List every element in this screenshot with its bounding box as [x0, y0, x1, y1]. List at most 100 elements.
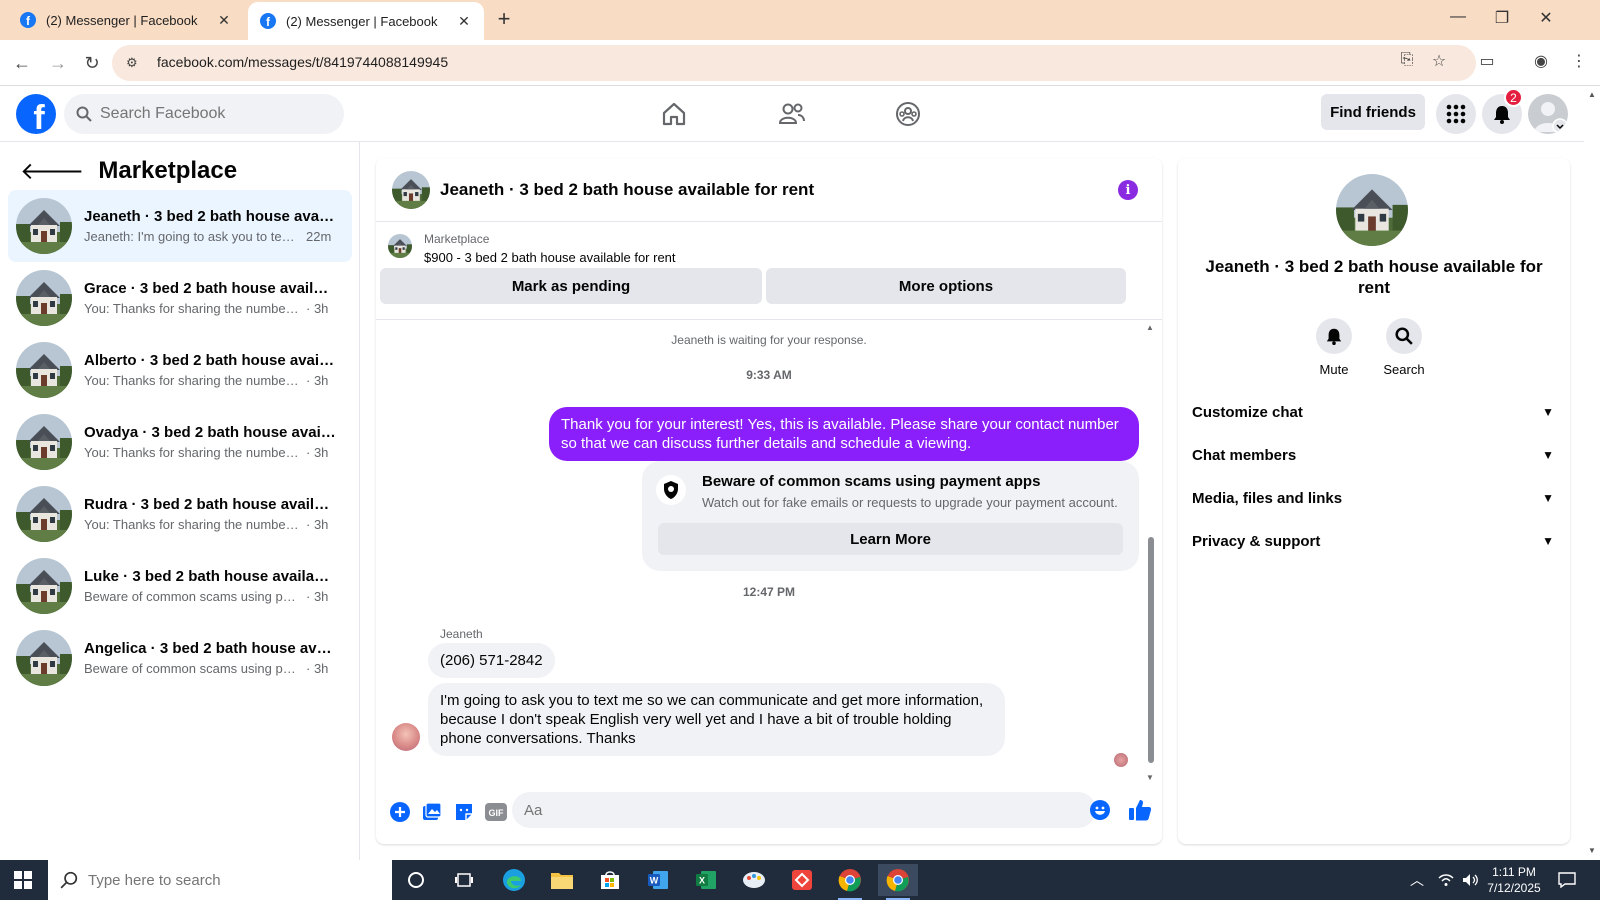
taskbar-clock[interactable]: 1:11 PM 7/12/2025	[1482, 864, 1546, 896]
mark-as-pending-button[interactable]: Mark as pending	[380, 268, 762, 304]
browser-tab-active[interactable]: f (2) Messenger | Facebook ✕	[248, 2, 484, 40]
listing-small-thumbnail[interactable]	[388, 234, 412, 258]
store-icon[interactable]	[590, 864, 630, 896]
conversation-item[interactable]: Angelica · 3 bed 2 bath house available …	[8, 622, 352, 694]
back-icon[interactable]: ←	[10, 51, 34, 75]
media-files-links-section[interactable]: Media, files and links ▼	[1192, 478, 1556, 518]
facebook-search[interactable]	[64, 94, 344, 134]
conversation-text: Rudra · 3 bed 2 bath house available for…	[84, 496, 336, 532]
emoji-icon[interactable]	[1090, 800, 1110, 820]
notification-center-icon[interactable]	[1558, 860, 1576, 900]
bookmark-star-icon[interactable]: ☆	[1428, 51, 1450, 73]
photo-icon[interactable]	[421, 801, 443, 823]
sticker-icon[interactable]	[453, 801, 475, 823]
listing-thumbnail[interactable]	[392, 170, 430, 209]
message-input[interactable]	[512, 792, 1096, 828]
browser-tab[interactable]: f (2) Messenger | Facebook ✕	[8, 0, 244, 40]
anydesk-icon[interactable]	[782, 864, 822, 896]
conversation-snippet: You: Thanks for sharing the number. I ..…	[84, 517, 300, 532]
menu-grid-icon[interactable]	[1436, 94, 1476, 134]
scroll-up-arrow-icon[interactable]: ▲	[1146, 323, 1154, 332]
account-avatar[interactable]	[1528, 94, 1568, 134]
windows-start-icon[interactable]	[14, 871, 32, 889]
incoming-message[interactable]: (206) 571-2842	[428, 643, 555, 678]
conversation-title: Alberto · 3 bed 2 bath house available f…	[84, 352, 336, 369]
plus-circle-icon[interactable]	[389, 801, 411, 823]
tab-close-icon[interactable]: ✕	[216, 12, 232, 29]
file-explorer-icon[interactable]	[542, 864, 582, 896]
omnibox[interactable]: ⚙ facebook.com/messages/t/84197440881499…	[112, 45, 1476, 81]
url-text: facebook.com/messages/t/8419744088149945	[157, 54, 449, 70]
tab-title: (2) Messenger | Facebook	[286, 13, 438, 29]
cast-icon[interactable]: ▭	[1476, 51, 1498, 73]
chrome-profile-icon[interactable]	[878, 864, 918, 900]
install-app-icon[interactable]: ⎘	[1396, 51, 1418, 73]
network-icon[interactable]	[1438, 860, 1454, 900]
listing-avatar[interactable]	[1336, 174, 1408, 246]
groups-icon[interactable]	[892, 98, 924, 130]
conversation-list: Jeaneth · 3 bed 2 bath house available f…	[8, 190, 352, 694]
conversation-sidebar: 🡐 Marketplace Jeaneth · 3 bed 2 bath hou…	[0, 142, 360, 860]
forward-icon[interactable]: →	[46, 51, 70, 75]
info-icon[interactable]: i	[1118, 180, 1138, 200]
chat-title[interactable]: Jeaneth · 3 bed 2 bath house available f…	[440, 180, 814, 200]
taskbar-search-input[interactable]	[88, 871, 368, 889]
notifications-button[interactable]: 2	[1482, 88, 1523, 134]
volume-icon[interactable]	[1462, 860, 1480, 900]
page-scroll-up-arrow[interactable]: ▲	[1588, 90, 1596, 99]
minimize-icon[interactable]: —	[1446, 8, 1470, 26]
conversation-item[interactable]: Jeaneth · 3 bed 2 bath house available f…	[8, 190, 352, 262]
restore-icon[interactable]: ❐	[1490, 8, 1514, 28]
page-scroll-down-arrow[interactable]: ▼	[1588, 846, 1596, 855]
close-window-icon[interactable]: ✕	[1534, 8, 1558, 28]
customize-chat-section[interactable]: Customize chat ▼	[1192, 392, 1556, 432]
home-icon[interactable]	[658, 98, 690, 130]
tab-close-icon[interactable]: ✕	[456, 13, 472, 30]
timestamp: 9:33 AM	[746, 368, 792, 382]
conversation-item[interactable]: Luke · 3 bed 2 bath house available for …	[8, 550, 352, 622]
conversation-snippet: Beware of common scams using payment app…	[84, 661, 300, 676]
excel-icon[interactable]: X	[686, 864, 726, 896]
conversation-avatar	[16, 558, 72, 614]
privacy-support-section[interactable]: Privacy & support ▼	[1192, 521, 1556, 561]
task-view-icon[interactable]	[444, 864, 484, 896]
friends-icon[interactable]	[776, 98, 808, 130]
profile-icon[interactable]: ◉	[1530, 51, 1552, 73]
taskbar-search[interactable]	[48, 860, 392, 900]
chat-members-section[interactable]: Chat members ▼	[1192, 435, 1556, 475]
new-tab-icon[interactable]: +	[492, 8, 516, 32]
menu-kebab-icon[interactable]: ⋮	[1568, 51, 1590, 73]
word-icon[interactable]: W	[638, 864, 678, 896]
reload-icon[interactable]: ↻	[80, 51, 104, 75]
conversation-item[interactable]: Rudra · 3 bed 2 bath house available for…	[8, 478, 352, 550]
mute-button[interactable]: Mute	[1304, 318, 1364, 377]
message-thread: Jeaneth is waiting for your response. 9:…	[376, 321, 1162, 782]
cortana-icon[interactable]	[396, 864, 436, 896]
find-friends-button[interactable]: Find friends	[1321, 94, 1425, 130]
facebook-top-nav: f Find friends 2	[0, 86, 1584, 142]
outgoing-message[interactable]: Thank you for your interest! Yes, this i…	[549, 407, 1139, 461]
incoming-message[interactable]: I'm going to ask you to text me so we ca…	[428, 683, 1005, 756]
timestamp: 12:47 PM	[742, 585, 796, 599]
conversation-item[interactable]: Alberto · 3 bed 2 bath house available f…	[8, 334, 352, 406]
facebook-logo-icon[interactable]: f	[16, 94, 56, 134]
tray-chevron-up-icon[interactable]: ︿	[1410, 860, 1424, 900]
learn-more-button[interactable]: Learn More	[658, 523, 1123, 555]
chevron-down-icon: ▼	[1542, 491, 1554, 505]
back-arrow-icon[interactable]: 🡐	[20, 156, 84, 186]
listing-price-title[interactable]: $900 - 3 bed 2 bath house available for …	[424, 250, 676, 265]
edge-icon[interactable]	[494, 864, 534, 896]
search-in-chat-button[interactable]: Search	[1374, 318, 1434, 377]
conversation-item[interactable]: Ovadya · 3 bed 2 bath house available fo…	[8, 406, 352, 478]
chat-scrollbar[interactable]: ▲ ▼	[1146, 323, 1154, 782]
sender-avatar[interactable]	[392, 723, 420, 751]
gif-icon[interactable]: GIF	[485, 801, 507, 823]
facebook-search-input[interactable]	[100, 105, 320, 123]
thumbs-up-icon[interactable]	[1128, 798, 1152, 822]
paint-icon[interactable]	[734, 864, 774, 896]
more-options-button[interactable]: More options	[766, 268, 1126, 304]
conversation-item[interactable]: Grace · 3 bed 2 bath house available for…	[8, 262, 352, 334]
site-info-icon[interactable]: ⚙	[126, 55, 142, 71]
chrome-icon[interactable]	[830, 864, 870, 900]
scrollbar-thumb[interactable]	[1148, 537, 1154, 763]
